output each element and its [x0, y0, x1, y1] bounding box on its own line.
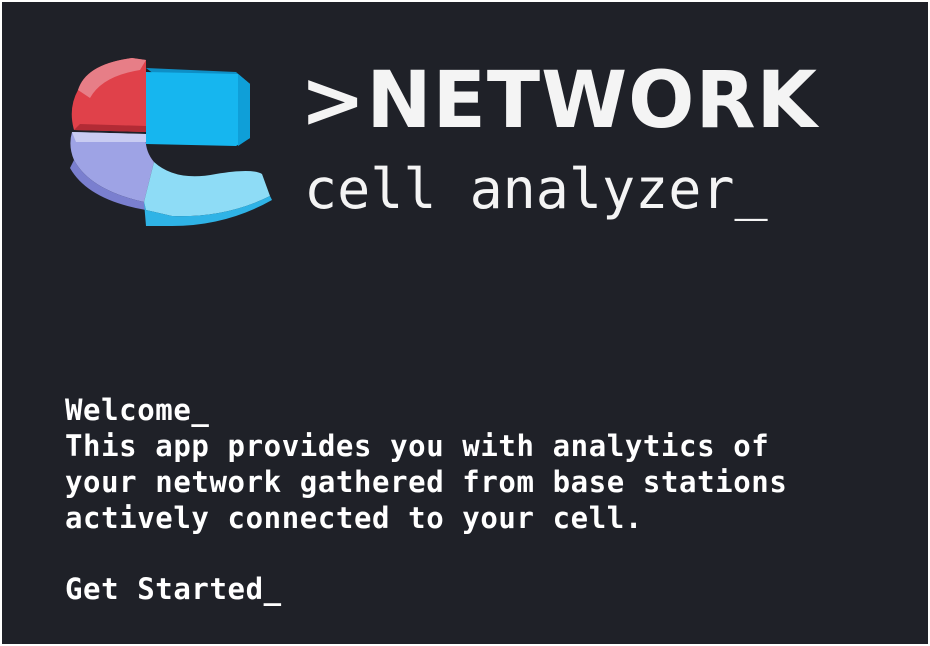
ring-logo-icon [70, 58, 272, 226]
get-started-button[interactable]: Get Started_ [65, 571, 282, 607]
welcome-text: Welcome_ This app provides you with anal… [65, 392, 787, 536]
welcome-screen: >NETWORK cell analyzer_ Welcome_ This ap… [2, 2, 928, 644]
app-subtitle: cell analyzer_ [304, 157, 768, 221]
welcome-heading: Welcome_ [65, 393, 210, 427]
welcome-line-1: This app provides you with analytics of [65, 429, 770, 463]
welcome-line-3: actively connected to your cell. [65, 501, 643, 535]
app-title: >NETWORK [300, 56, 818, 146]
welcome-line-2: your network gathered from base stations [65, 465, 788, 499]
